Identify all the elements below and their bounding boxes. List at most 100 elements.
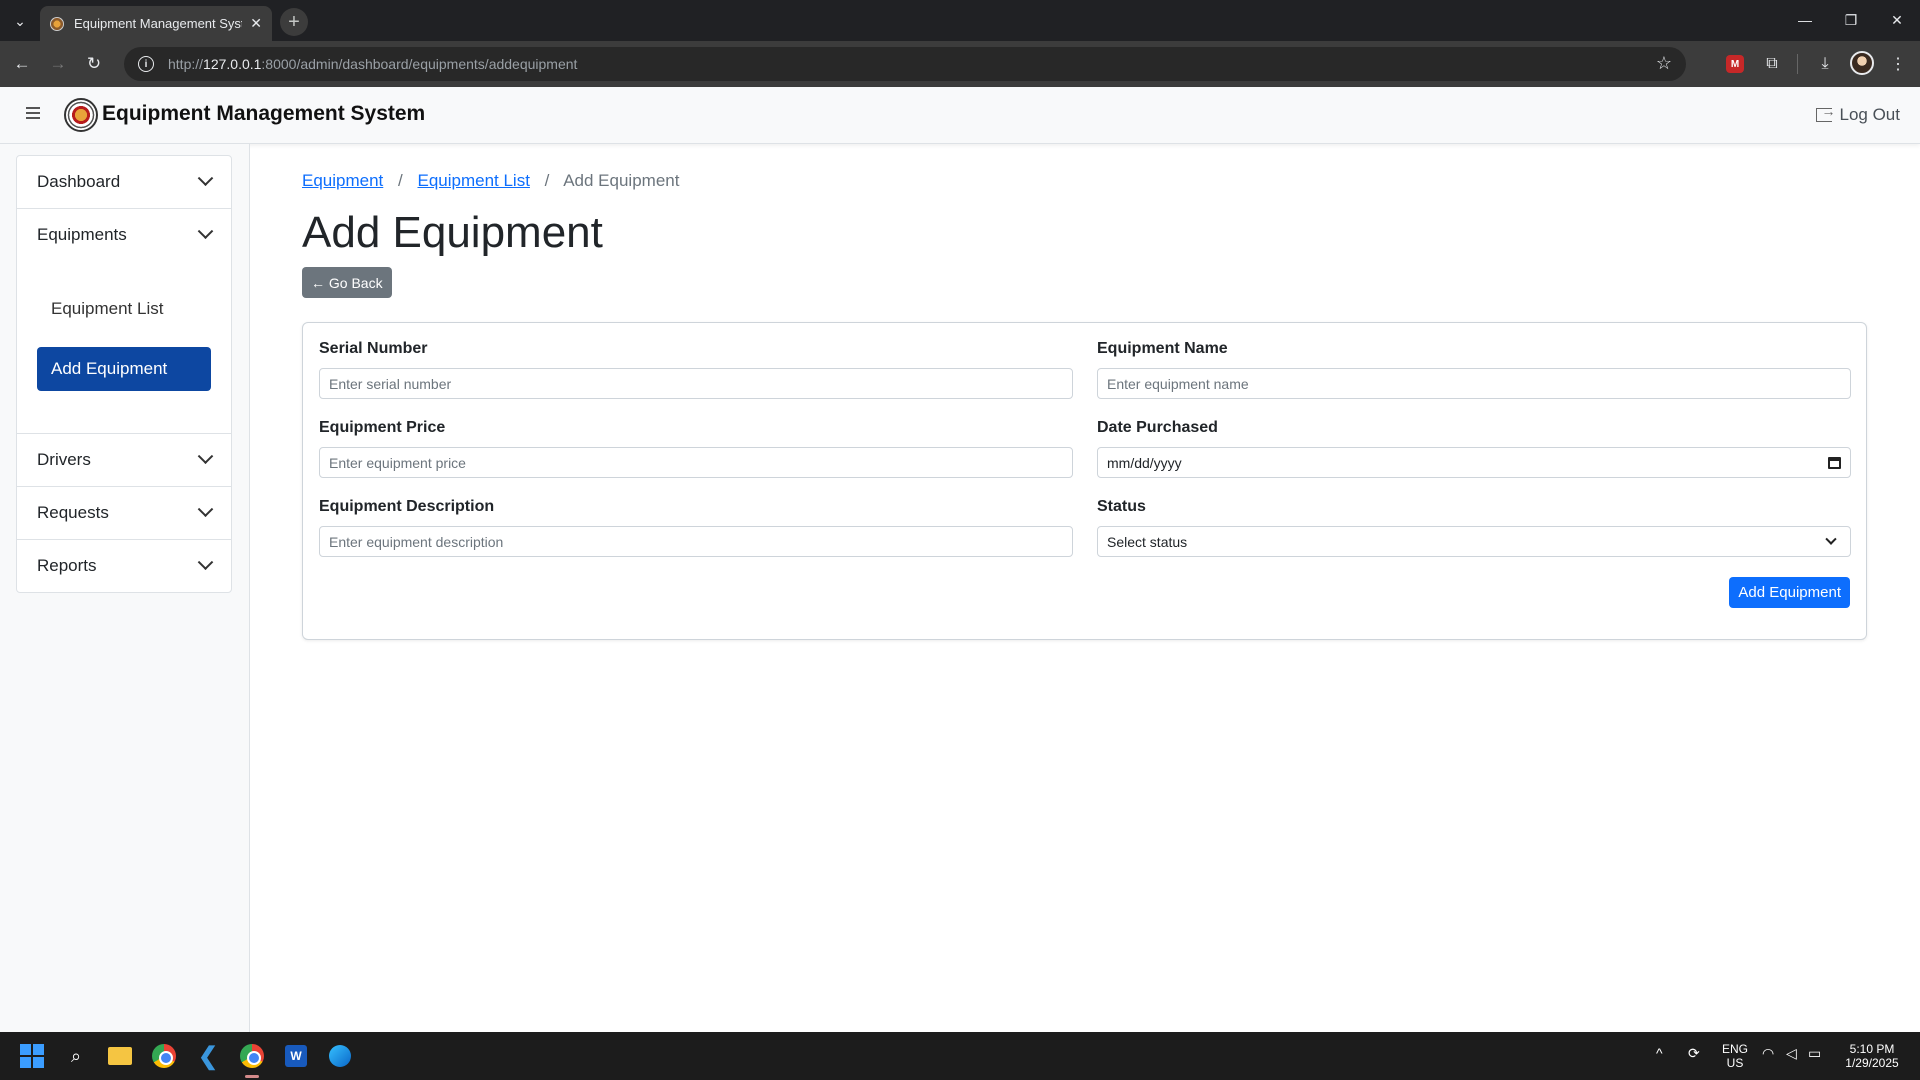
volume-icon[interactable]: ◁ (1786, 1046, 1797, 1060)
hamburger-menu-icon[interactable] (26, 107, 40, 119)
language-indicator[interactable]: ENG US (1722, 1042, 1748, 1070)
chevron-down-icon (197, 500, 214, 517)
status-selected-value: Select status (1107, 533, 1188, 550)
sidebar-item-equipment-list[interactable]: Equipment List (37, 287, 211, 331)
breadcrumb-equipment[interactable]: Equipment (302, 171, 383, 190)
sidebar-header-requests[interactable]: Requests (17, 487, 231, 539)
chevron-down-icon (197, 169, 214, 186)
sidebar-section-label: Requests (37, 503, 109, 522)
close-window-icon[interactable]: ✕ (1882, 8, 1912, 32)
logout-label: Log Out (1839, 105, 1901, 124)
profile-avatar[interactable] (1850, 51, 1874, 75)
extension-red-icon[interactable]: M (1726, 55, 1744, 73)
add-equipment-button[interactable]: Add Equipment (1729, 577, 1850, 608)
chevron-down-icon (1825, 533, 1837, 545)
go-back-button[interactable]: ← Go Back (302, 267, 392, 298)
sidebar-header-drivers[interactable]: Drivers (17, 434, 231, 486)
download-icon[interactable]: ⤓ (1813, 52, 1837, 76)
app-title: Equipment Management System (102, 102, 426, 125)
equipment-price-input[interactable]: Enter equipment price (319, 447, 1073, 478)
sidebar-accordion: Dashboard Equipments Equipment List Add … (16, 155, 232, 593)
sidebar-header-dashboard[interactable]: Dashboard (17, 156, 231, 208)
status-label: Status (1097, 498, 1146, 515)
search-icon[interactable]: ⌕ (62, 1042, 90, 1070)
sidebar-section-label: Reports (37, 556, 97, 575)
equipment-name-label: Equipment Name (1097, 340, 1228, 357)
restore-icon[interactable]: ❐ (1836, 8, 1866, 32)
favicon-icon (50, 16, 64, 31)
sidebar-section-reports: Reports (17, 540, 231, 592)
sidebar-equipments-body: Equipment List Add Equipment (17, 261, 231, 433)
new-tab-button[interactable]: + (280, 8, 308, 36)
chevron-up-icon[interactable]: ^ (1656, 1046, 1663, 1060)
logout-button[interactable]: Log Out (1815, 103, 1901, 125)
breadcrumb-separator: / (398, 171, 403, 190)
sidebar-section-equipments: Equipments Equipment List Add Equipment (17, 209, 231, 434)
status-group: Status Select status (1097, 498, 1851, 557)
calendar-icon[interactable] (1828, 456, 1841, 469)
equipment-name-input[interactable]: Enter equipment name (1097, 368, 1851, 399)
address-bar[interactable]: i http://127.0.0.1:8000/admin/dashboard/… (124, 47, 1686, 81)
chevron-down-icon (197, 447, 214, 464)
tab-title: Equipment Management System (74, 16, 242, 31)
edge-icon[interactable] (326, 1042, 354, 1070)
sidebar-section-dashboard: Dashboard (17, 156, 231, 209)
add-equipment-form: Serial Number Enter serial number Equipm… (302, 322, 1867, 640)
sidebar-section-requests: Requests (17, 487, 231, 540)
sidebar-section-label: Equipments (37, 225, 127, 244)
url-text: http://127.0.0.1:8000/admin/dashboard/eq… (168, 56, 578, 72)
battery-icon[interactable]: ▭ (1808, 1046, 1821, 1060)
close-tab-icon[interactable]: ✕ (250, 15, 262, 32)
logout-icon (1815, 103, 1836, 122)
bookmark-star-icon[interactable]: ☆ (1656, 53, 1672, 74)
equipment-name-group: Equipment Name Enter equipment name (1097, 340, 1851, 399)
equipment-description-label: Equipment Description (319, 498, 495, 515)
equipment-description-group: Equipment Description Enter equipment de… (319, 498, 1073, 557)
toolbar-divider (1797, 54, 1798, 74)
breadcrumb-separator: / (544, 171, 550, 190)
clock[interactable]: 5:10 PM 1/29/2025 (1836, 1042, 1908, 1070)
browser-tab[interactable]: Equipment Management System ✕ (40, 6, 272, 41)
breadcrumb-current: Add Equipment (563, 171, 680, 190)
wifi-icon[interactable]: ◠ (1762, 1046, 1774, 1060)
breadcrumb-equipment-list[interactable]: Equipment List (417, 171, 529, 190)
site-info-icon[interactable]: i (138, 56, 154, 72)
sidebar-header-equipments[interactable]: Equipments (17, 209, 231, 261)
serial-number-group: Serial Number Enter serial number (319, 340, 1073, 399)
equipment-price-group: Equipment Price Enter equipment price (319, 419, 1073, 478)
extensions-puzzle-icon[interactable]: ⧉ (1760, 52, 1784, 76)
app-logo (64, 98, 98, 132)
browser-tab-bar: ⌄ Equipment Management System ✕ + — ❐ ✕ (0, 0, 1920, 41)
windows-start-icon[interactable] (18, 1042, 46, 1070)
browser-toolbar: ← → ↻ i http://127.0.0.1:8000/admin/dash… (0, 41, 1920, 87)
equipment-description-input[interactable]: Enter equipment description (319, 526, 1073, 557)
date-purchased-group: Date Purchased mm/dd/yyyy (1097, 419, 1851, 478)
sidebar-section-label: Dashboard (37, 172, 121, 191)
word-icon[interactable]: W (282, 1042, 310, 1070)
back-arrow-icon[interactable]: ← (10, 52, 34, 76)
serial-number-input[interactable]: Enter serial number (319, 368, 1073, 399)
chrome-active-icon[interactable] (238, 1042, 266, 1078)
tab-search-icon[interactable]: ⌄ (8, 9, 32, 33)
date-purchased-label: Date Purchased (1097, 419, 1218, 436)
vscode-icon[interactable]: ❮ (194, 1042, 222, 1070)
chrome-icon[interactable] (150, 1042, 178, 1070)
serial-number-label: Serial Number (319, 340, 428, 357)
forward-arrow-icon[interactable]: → (46, 52, 70, 76)
date-placeholder: mm/dd/yyyy (1107, 454, 1182, 471)
page-title: Add Equipment (302, 208, 603, 257)
taskbar: ⌕ ❮ W ^ ⟳ ENG US ◠ ◁ ▭ 5:10 PM 1/29/2025 (0, 1032, 1920, 1080)
sidebar: Dashboard Equipments Equipment List Add … (0, 144, 250, 1032)
breadcrumb: Equipment / Equipment List / Add Equipme… (302, 171, 679, 191)
sidebar-item-add-equipment[interactable]: Add Equipment (37, 347, 211, 391)
kebab-menu-icon[interactable]: ⋮ (1886, 52, 1910, 76)
sync-icon[interactable]: ⟳ (1688, 1046, 1700, 1060)
file-explorer-icon[interactable] (106, 1042, 134, 1070)
status-select[interactable]: Select status (1097, 526, 1851, 557)
reload-icon[interactable]: ↻ (82, 52, 106, 76)
sidebar-section-label: Drivers (37, 450, 91, 469)
equipment-price-label: Equipment Price (319, 419, 446, 436)
sidebar-header-reports[interactable]: Reports (17, 540, 231, 592)
minimize-icon[interactable]: — (1790, 8, 1820, 32)
date-purchased-input[interactable]: mm/dd/yyyy (1097, 447, 1851, 478)
